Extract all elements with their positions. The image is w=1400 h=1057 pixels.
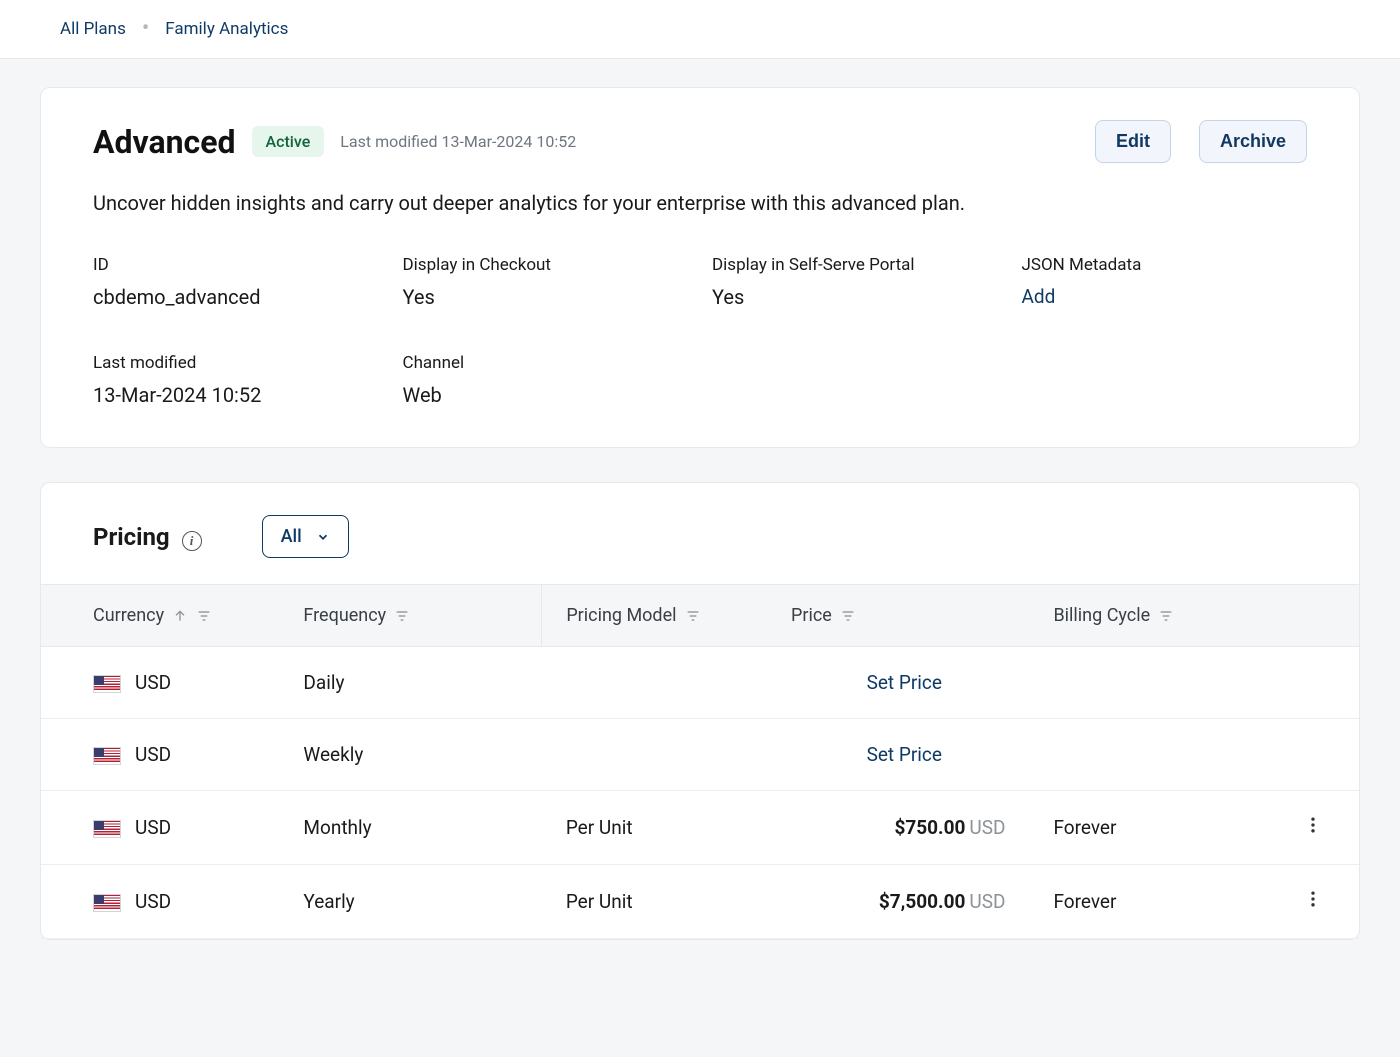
flag-us-icon	[93, 820, 121, 838]
detail-checkout-label: Display in Checkout	[403, 255, 689, 275]
currency-cell: USD	[41, 791, 291, 865]
breadcrumb-bar: All Plans • Family Analytics	[0, 0, 1400, 59]
pricing-table: Currency Frequency	[41, 584, 1359, 939]
currency-cell: USD	[41, 865, 291, 939]
column-header-price[interactable]: Price	[779, 585, 1029, 647]
detail-checkout-value: Yes	[403, 285, 689, 309]
more-vertical-icon	[1303, 889, 1323, 909]
flag-us-icon	[93, 747, 121, 765]
table-row: USDYearlyPer Unit$7,500.00USDForever	[41, 865, 1359, 939]
breadcrumb-separator-icon: •	[142, 18, 149, 40]
billing-cycle-cell: Forever	[1029, 791, 1266, 865]
filter-icon	[1158, 608, 1174, 624]
plan-description: Uncover hidden insights and carry out de…	[93, 191, 1307, 215]
chevron-down-icon	[316, 530, 330, 544]
set-price-link[interactable]: Set Price	[554, 743, 1255, 766]
frequency-cell: Yearly	[291, 865, 541, 939]
detail-id-value: cbdemo_advanced	[93, 285, 379, 309]
price-currency: USD	[969, 816, 1005, 839]
column-header-currency[interactable]: Currency	[41, 585, 291, 647]
json-metadata-add-link[interactable]: Add	[1022, 285, 1308, 308]
pricing-model-cell: Per Unit	[542, 791, 779, 865]
actions-cell	[1267, 647, 1359, 719]
currency-cell: USD	[41, 647, 291, 719]
billing-cycle-cell: Forever	[1029, 865, 1266, 939]
detail-channel-label: Channel	[403, 353, 689, 373]
actions-cell	[1267, 865, 1359, 939]
table-row: USD Daily Set Price	[41, 647, 1359, 719]
currency-code: USD	[135, 816, 171, 839]
price-currency: USD	[969, 890, 1005, 913]
detail-display-selfserve: Display in Self-Serve Portal Yes	[712, 255, 998, 309]
price-cell: $7,500.00USD	[779, 865, 1029, 939]
pricing-title: Pricing i	[93, 523, 202, 551]
frequency-cell: Weekly	[291, 719, 541, 791]
currency-code: USD	[135, 890, 171, 913]
last-modified-header: Last modified 13-Mar-2024 10:52	[340, 132, 576, 151]
row-actions-button[interactable]	[1303, 815, 1323, 835]
detail-lastmod-value: 13-Mar-2024 10:52	[93, 383, 379, 407]
price-cell: $750.00USD	[779, 791, 1029, 865]
actions-cell	[1267, 791, 1359, 865]
detail-json-metadata: JSON Metadata Add	[1022, 255, 1308, 309]
column-header-pricing-model[interactable]: Pricing Model	[542, 585, 779, 647]
detail-selfserve-value: Yes	[712, 285, 998, 309]
table-row: USD Weekly Set Price	[41, 719, 1359, 791]
column-header-frequency[interactable]: Frequency	[291, 585, 541, 647]
actions-cell	[1267, 719, 1359, 791]
flag-us-icon	[93, 894, 121, 912]
pricing-model-cell: Per Unit	[542, 865, 779, 939]
more-vertical-icon	[1303, 815, 1323, 835]
detail-id-label: ID	[93, 255, 379, 275]
plan-title: Advanced	[93, 123, 236, 161]
breadcrumb-root[interactable]: All Plans	[60, 19, 126, 39]
sort-asc-icon	[172, 608, 188, 624]
detail-channel: Channel Web	[403, 353, 689, 407]
archive-button[interactable]: Archive	[1199, 120, 1307, 163]
filter-icon	[840, 608, 856, 624]
set-price-cell: Set Price	[542, 647, 1267, 719]
set-price-cell: Set Price	[542, 719, 1267, 791]
detail-selfserve-label: Display in Self-Serve Portal	[712, 255, 998, 275]
frequency-cell: Monthly	[291, 791, 541, 865]
pricing-card: Pricing i All Currency	[40, 482, 1360, 940]
breadcrumb: All Plans • Family Analytics	[60, 18, 1340, 40]
detail-display-checkout: Display in Checkout Yes	[403, 255, 689, 309]
filter-icon	[394, 608, 410, 624]
status-badge: Active	[252, 126, 325, 157]
frequency-cell: Daily	[291, 647, 541, 719]
price-amount: $7,500.00	[879, 890, 966, 913]
set-price-link[interactable]: Set Price	[554, 671, 1255, 694]
info-icon[interactable]: i	[182, 531, 202, 551]
currency-cell: USD	[41, 719, 291, 791]
column-header-billing-cycle[interactable]: Billing Cycle	[1029, 585, 1266, 647]
detail-last-modified: Last modified 13-Mar-2024 10:52	[93, 353, 379, 407]
filter-icon	[685, 608, 701, 624]
row-actions-button[interactable]	[1303, 889, 1323, 909]
price-amount: $750.00	[894, 816, 965, 839]
flag-us-icon	[93, 675, 121, 693]
pricing-filter-dropdown[interactable]: All	[262, 515, 349, 558]
detail-jsonmeta-label: JSON Metadata	[1022, 255, 1308, 275]
plan-detail-card: Advanced Active Last modified 13-Mar-202…	[40, 87, 1360, 448]
column-header-actions	[1267, 585, 1359, 647]
currency-code: USD	[135, 743, 171, 766]
table-row: USDMonthlyPer Unit$750.00USDForever	[41, 791, 1359, 865]
edit-button[interactable]: Edit	[1095, 120, 1171, 163]
detail-id: ID cbdemo_advanced	[93, 255, 379, 309]
filter-icon	[196, 608, 212, 624]
detail-channel-value: Web	[403, 383, 689, 407]
breadcrumb-current: Family Analytics	[165, 19, 288, 39]
detail-lastmod-label: Last modified	[93, 353, 379, 373]
currency-code: USD	[135, 671, 171, 694]
pricing-filter-label: All	[281, 526, 302, 547]
